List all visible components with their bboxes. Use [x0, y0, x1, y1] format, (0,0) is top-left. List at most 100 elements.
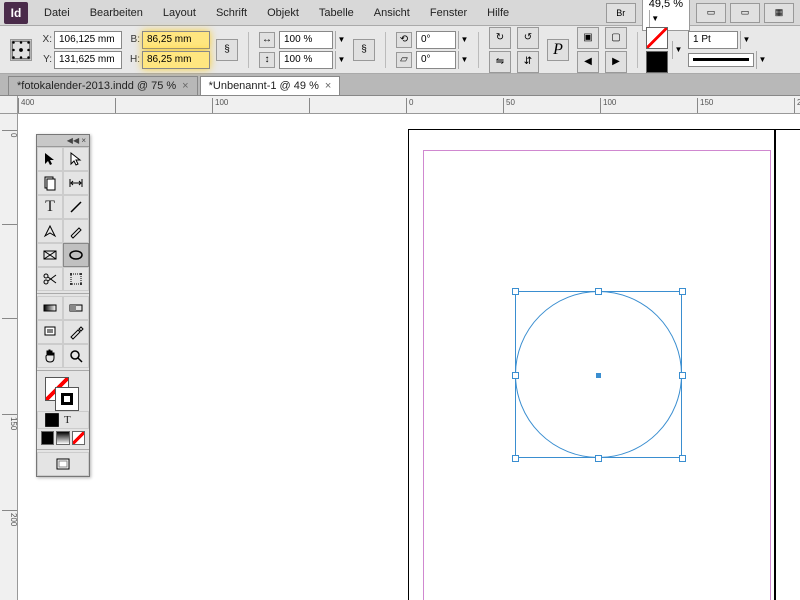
- free-transform-tool[interactable]: [63, 267, 89, 291]
- direct-selection-tool[interactable]: [63, 147, 89, 171]
- y-input[interactable]: 131,625 mm: [54, 51, 122, 69]
- scissors-tool[interactable]: [37, 267, 63, 291]
- menu-objekt[interactable]: Objekt: [257, 3, 309, 23]
- flip-h-icon[interactable]: ⇋: [489, 51, 511, 73]
- chevron-down-icon[interactable]: ▼: [335, 51, 347, 69]
- stroke-black-swatch[interactable]: [646, 51, 668, 73]
- page-tool[interactable]: [37, 171, 63, 195]
- fill-stroke-swatches[interactable]: [37, 373, 89, 411]
- view-options-button[interactable]: ▭: [696, 3, 726, 23]
- gradient-feather-tool[interactable]: [63, 296, 89, 320]
- menu-datei[interactable]: Datei: [34, 3, 80, 23]
- canvas[interactable]: [18, 114, 800, 600]
- handle-se[interactable]: [679, 455, 686, 462]
- tab-fotokalender[interactable]: *fotokalender-2013.indd @ 75 % ×: [8, 76, 198, 95]
- rotate-input[interactable]: 0°: [416, 31, 456, 49]
- tab-label: *Unbenannt-1 @ 49 %: [209, 80, 319, 92]
- stroke-weight-input[interactable]: 1 Pt: [688, 31, 738, 49]
- tools-panel: ◀◀ × T T: [36, 134, 90, 477]
- stroke-style[interactable]: [688, 53, 754, 67]
- width-input[interactable]: 86,25 mm: [142, 31, 210, 49]
- formatting-affects[interactable]: T: [37, 411, 89, 429]
- note-tool[interactable]: [37, 320, 63, 344]
- ellipse-tool[interactable]: [63, 243, 89, 267]
- flip-v-icon[interactable]: ⇵: [517, 51, 539, 73]
- x-input[interactable]: 106,125 mm: [54, 31, 122, 49]
- ruler-vertical[interactable]: 0150200: [0, 114, 18, 600]
- page-border-inner: [774, 129, 777, 600]
- tab-label: *fotokalender-2013.indd @ 75 %: [17, 80, 176, 92]
- menu-layout[interactable]: Layout: [153, 3, 206, 23]
- shear-input[interactable]: 0°: [416, 51, 456, 69]
- rectangle-frame-tool[interactable]: [37, 243, 63, 267]
- app-icon: Id: [4, 2, 28, 24]
- screen-mode-button[interactable]: ▭: [730, 3, 760, 23]
- paragraph-icon[interactable]: P: [547, 39, 569, 61]
- apply-gradient[interactable]: [56, 431, 69, 445]
- handle-n[interactable]: [595, 288, 602, 295]
- zoom-value: 49,5 %: [649, 0, 683, 10]
- handle-nw[interactable]: [512, 288, 519, 295]
- rotate-ccw-icon[interactable]: ↺: [517, 27, 539, 49]
- select-prev-icon[interactable]: ◀: [577, 51, 599, 73]
- rotate-cw-icon[interactable]: ↻: [489, 27, 511, 49]
- handle-w[interactable]: [512, 372, 519, 379]
- eyedropper-tool[interactable]: [63, 320, 89, 344]
- x-label: X:: [38, 34, 52, 45]
- stroke-swatch[interactable]: [55, 387, 79, 411]
- type-tool[interactable]: T: [37, 195, 63, 219]
- scale-x-input[interactable]: 100 %: [279, 31, 333, 49]
- reference-point-icon[interactable]: [10, 39, 32, 61]
- constrain-wh-icon[interactable]: §: [216, 39, 238, 61]
- pen-tool[interactable]: [37, 219, 63, 243]
- chevron-down-icon[interactable]: ▼: [740, 31, 752, 49]
- gap-tool[interactable]: [63, 171, 89, 195]
- menu-tabelle[interactable]: Tabelle: [309, 3, 364, 23]
- hand-tool[interactable]: [37, 344, 63, 368]
- apply-color[interactable]: [41, 431, 54, 445]
- handle-e[interactable]: [679, 372, 686, 379]
- menu-bearbeiten[interactable]: Bearbeiten: [80, 3, 153, 23]
- chevron-down-icon[interactable]: ▼: [458, 31, 470, 49]
- chevron-down-icon[interactable]: ▼: [458, 51, 470, 69]
- bridge-button[interactable]: Br: [606, 3, 636, 23]
- chevron-down-icon[interactable]: ▼: [672, 41, 684, 59]
- apply-none[interactable]: [72, 431, 85, 445]
- constrain-scale-icon[interactable]: §: [353, 39, 375, 61]
- select-next-icon[interactable]: ▶: [605, 51, 627, 73]
- scale-y-input[interactable]: 100 %: [279, 51, 333, 69]
- gradient-swatch-tool[interactable]: [37, 296, 63, 320]
- workspace: 400100050100150200 0150200: [0, 96, 800, 600]
- tab-unbenannt[interactable]: *Unbenannt-1 @ 49 % ×: [200, 76, 341, 95]
- ruler-origin[interactable]: [0, 96, 18, 114]
- chevron-down-icon[interactable]: ▼: [756, 51, 768, 69]
- selection-center: [596, 373, 601, 378]
- chevron-down-icon[interactable]: ▼: [335, 31, 347, 49]
- view-mode[interactable]: [37, 452, 89, 476]
- fill-none-swatch[interactable]: [646, 27, 668, 49]
- select-container-icon[interactable]: ▣: [577, 27, 599, 49]
- pencil-tool[interactable]: [63, 219, 89, 243]
- menu-hilfe[interactable]: Hilfe: [477, 3, 519, 23]
- line-tool[interactable]: [63, 195, 89, 219]
- handle-ne[interactable]: [679, 288, 686, 295]
- scale-x-icon: ↔: [259, 32, 275, 48]
- close-icon[interactable]: ×: [182, 80, 188, 92]
- select-content-icon[interactable]: ▢: [605, 27, 627, 49]
- h-label: H:: [126, 54, 140, 65]
- panel-header[interactable]: ◀◀ ×: [37, 135, 89, 147]
- ruler-horizontal[interactable]: 400100050100150200: [18, 96, 800, 114]
- menubar: Id Datei Bearbeiten Layout Schrift Objek…: [0, 0, 800, 26]
- menu-schrift[interactable]: Schrift: [206, 3, 257, 23]
- zoom-tool[interactable]: [63, 344, 89, 368]
- handle-s[interactable]: [595, 455, 602, 462]
- close-icon[interactable]: ×: [325, 80, 331, 92]
- selection-tool[interactable]: [37, 147, 63, 171]
- handle-sw[interactable]: [512, 455, 519, 462]
- arrange-button[interactable]: ▦: [764, 3, 794, 23]
- chevron-down-icon[interactable]: ▼: [649, 10, 661, 28]
- y-label: Y:: [38, 54, 52, 65]
- menu-ansicht[interactable]: Ansicht: [364, 3, 420, 23]
- menu-fenster[interactable]: Fenster: [420, 3, 477, 23]
- height-input[interactable]: 86,25 mm: [142, 51, 210, 69]
